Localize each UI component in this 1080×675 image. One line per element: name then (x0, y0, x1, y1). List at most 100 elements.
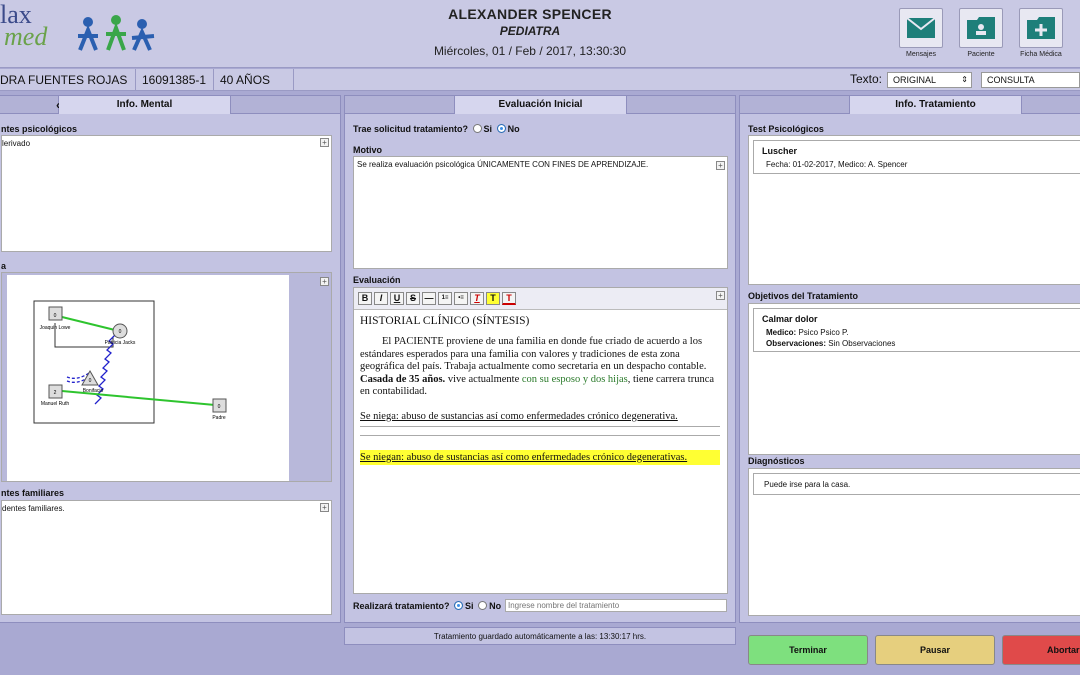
genogram-node-label: Joaquin Lowe (40, 325, 71, 331)
texto-select[interactable]: ORIGINAL ⇕ (887, 72, 972, 88)
patient-age: 40 AÑOS (214, 69, 294, 91)
select-arrows-icon: ⇕ (961, 75, 968, 84)
editor-paragraph: El PACIENTE proviene de una familia en d… (360, 336, 720, 399)
genogram-node[interactable]: 0 Patricia Jacks (105, 323, 136, 346)
right-tabs: Info. Tratamiento (740, 96, 1080, 114)
objectives-box: Calmar dolor Medico: Psico Psico P. Obse… (748, 303, 1080, 455)
text-color-button[interactable]: T (502, 292, 516, 305)
tab-next-center[interactable] (627, 96, 735, 114)
mode-select[interactable]: CONSULTA (981, 72, 1080, 88)
diagnosis-text: Puede irse para la casa. (764, 480, 851, 489)
patient-folder-icon (959, 8, 1003, 48)
request-question: Trae solicitud tratamiento? Si No (353, 124, 520, 134)
paragraph-text-b: vive actualmente (445, 373, 522, 385)
treatment-name-input[interactable] (505, 599, 727, 612)
tab-prev-right[interactable] (740, 96, 850, 114)
editor-content[interactable]: HISTORIAL CLÍNICO (SÍNTESIS) El PACIENTE… (360, 315, 720, 465)
family-history-title: ntes familiares (1, 488, 65, 498)
genogram-node[interactable]: 0 Padre (212, 398, 227, 421)
expand-plus-icon[interactable]: + (320, 503, 329, 512)
mode-select-value: CONSULTA (987, 75, 1035, 85)
highlight-button[interactable]: T (486, 292, 500, 305)
messages-label: Mensajes (906, 51, 936, 58)
envelope-icon (899, 8, 943, 48)
genogram-node-num: 2 (54, 390, 57, 396)
editor-hr-2 (360, 434, 720, 436)
doctor-specialty: PEDIATRA (499, 24, 561, 38)
genogram-node[interactable]: 0 Bonifacio (81, 369, 103, 394)
request-no-radio[interactable] (496, 124, 506, 133)
editor-heading: HISTORIAL CLÍNICO (SÍNTESIS) (360, 315, 530, 327)
bold-button[interactable]: B (358, 292, 372, 305)
app-header: lax med ALEXANDER SPENCER PEDIATRA Miérc… (0, 0, 1080, 68)
tab-next[interactable] (231, 96, 340, 114)
objective-obs-label: Observaciones: (766, 339, 827, 348)
genogram-node[interactable]: 2 Manuel Ruth (41, 384, 70, 407)
objective-medico: Medico: Psico Psico P. (766, 328, 849, 337)
italic-button[interactable]: I (374, 292, 388, 305)
genogram-canvas[interactable]: 0 Joaquin Lowe 0 Patricia Jacks 0 Bonifa… (7, 275, 289, 481)
expand-plus-icon[interactable]: + (320, 138, 329, 147)
abort-button[interactable]: Abortar (1002, 635, 1080, 665)
tests-title: Test Psicológicos (748, 124, 824, 134)
tab-prev-center[interactable] (345, 96, 455, 114)
treatment-yes-radio[interactable] (454, 601, 464, 610)
center-tabs: Evaluación Inicial (345, 96, 735, 114)
diagnosis-title: Diagnósticos (748, 456, 805, 466)
psych-history-title: ntes psicológicos (1, 124, 78, 134)
doctor-info: ALEXANDER SPENCER PEDIATRA Miércoles, 01… (380, 6, 680, 58)
app-logo: lax med (0, 2, 48, 51)
medical-record-button[interactable]: Ficha Médica (1018, 8, 1064, 60)
motivo-textarea[interactable]: Se realiza evaluación psicológica ÚNICAM… (353, 156, 728, 269)
psych-history-box[interactable]: lerivado + (1, 135, 332, 252)
test-name: Luscher (762, 146, 798, 156)
request-yes-radio[interactable] (472, 124, 482, 133)
left-tabs: ‹ Info. Mental (0, 96, 340, 114)
strike-button[interactable]: S (406, 292, 420, 305)
expand-plus-icon[interactable]: + (716, 291, 725, 300)
motivo-title: Motivo (353, 145, 382, 155)
evaluacion-editor[interactable]: B I U S — 1≡ •≡ T T T + HISTORIAL CLÍNIC… (353, 287, 728, 594)
treatment-no-radio[interactable] (478, 601, 488, 610)
patient-label: Paciente (967, 51, 995, 58)
genogram-title: a (1, 261, 7, 271)
finish-button[interactable]: Terminar (748, 635, 868, 665)
expand-plus-icon[interactable]: + (320, 277, 329, 286)
treatment-yes-label: Si (465, 601, 474, 611)
diagnosis-box: Puede irse para la casa. (748, 468, 1080, 616)
underline-button[interactable]: U (390, 292, 404, 305)
medical-record-label: Ficha Médica (1020, 51, 1062, 58)
ordered-list-button[interactable]: 1≡ (438, 292, 452, 305)
bullet-list-button[interactable]: •≡ (454, 292, 468, 305)
editor-line-denial: Se niega: abuso de sustancias así como e… (360, 410, 678, 422)
tab-next-right[interactable] (1022, 96, 1080, 114)
pause-button[interactable]: Pausar (875, 635, 995, 665)
texto-label: Texto: (850, 72, 883, 86)
evaluacion-title: Evaluación (353, 275, 401, 285)
tab-prev[interactable]: ‹ (0, 96, 60, 114)
tests-box: Luscher Fecha: 01-02-2017, Medico: A. Sp… (748, 135, 1080, 285)
messages-button[interactable]: Mensajes (898, 8, 944, 60)
family-history-text: dentes familiares. (2, 504, 65, 513)
expand-plus-icon[interactable]: + (716, 161, 725, 170)
right-panel: Info. Tratamiento Test Psicológicos Lusc… (739, 95, 1080, 623)
test-card[interactable]: Luscher Fecha: 01-02-2017, Medico: A. Sp… (753, 140, 1080, 174)
patient-button[interactable]: Paciente (958, 8, 1004, 60)
clear-format-button[interactable]: T (470, 292, 484, 305)
hr-button[interactable]: — (422, 292, 436, 305)
family-history-box[interactable]: dentes familiares. + (1, 500, 332, 615)
tab-info-mental[interactable]: Info. Mental (59, 96, 231, 114)
genogram-node-num: 0 (89, 378, 92, 384)
logo-line-2: med (4, 22, 48, 51)
tab-evaluacion-inicial[interactable]: Evaluación Inicial (455, 96, 627, 114)
request-label: Trae solicitud tratamiento? (353, 124, 469, 134)
objective-card[interactable]: Calmar dolor Medico: Psico Psico P. Obse… (753, 308, 1080, 352)
editor-hr-1 (360, 425, 720, 427)
add-folder-icon (1019, 8, 1063, 48)
doctor-name: ALEXANDER SPENCER (448, 6, 612, 22)
objective-medico-value: Psico Psico P. (798, 328, 849, 337)
genogram-node-num: 0 (119, 329, 122, 335)
tab-info-tratamiento[interactable]: Info. Tratamiento (850, 96, 1022, 114)
objective-obs-value: Sin Observaciones (828, 339, 896, 348)
diagnosis-card[interactable]: Puede irse para la casa. (753, 473, 1080, 495)
